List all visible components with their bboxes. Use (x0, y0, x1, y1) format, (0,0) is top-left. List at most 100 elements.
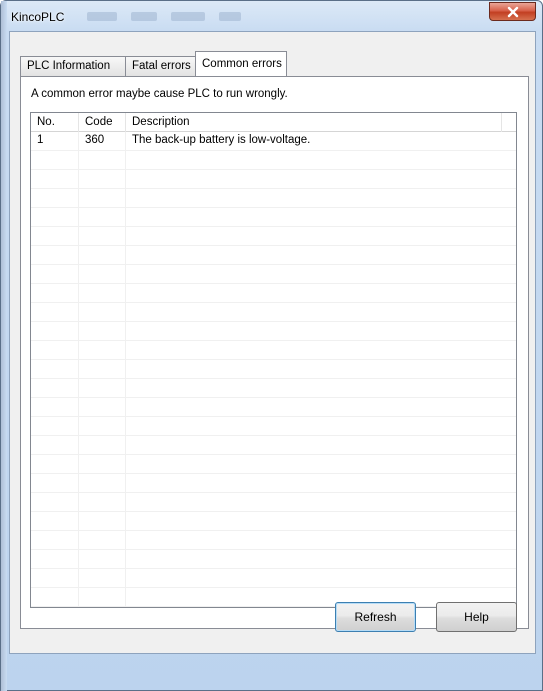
empty-table-row (31, 398, 516, 417)
empty-cell (31, 588, 79, 606)
empty-cell (31, 550, 79, 568)
empty-table-row (31, 322, 516, 341)
column-header-description[interactable]: Description (126, 113, 502, 132)
tab-common-errors[interactable]: Common errors (195, 51, 287, 76)
empty-table-row (31, 227, 516, 246)
empty-cell (126, 303, 516, 321)
table-row[interactable]: 1 360 The back-up battery is low-voltage… (31, 132, 516, 151)
empty-cell (31, 436, 79, 454)
empty-cell (126, 322, 516, 340)
empty-cell (79, 170, 126, 188)
empty-cell (126, 227, 516, 245)
empty-table-row (31, 246, 516, 265)
cell-code: 360 (79, 132, 126, 150)
empty-cell (126, 531, 516, 549)
title-bar[interactable]: KincoPLC (1, 1, 543, 31)
empty-cell (126, 398, 516, 416)
empty-cell (31, 474, 79, 492)
empty-cell (79, 531, 126, 549)
tab-label: Fatal errors (132, 60, 191, 72)
empty-table-row (31, 208, 516, 227)
empty-table-row (31, 341, 516, 360)
column-header-label: Description (132, 116, 190, 128)
column-header-label: Code (85, 116, 113, 128)
empty-cell (79, 379, 126, 397)
empty-cell (79, 322, 126, 340)
empty-cell (31, 322, 79, 340)
cell-no: 1 (31, 132, 79, 150)
empty-cell (31, 284, 79, 302)
empty-cell (79, 208, 126, 226)
empty-cell (79, 569, 126, 587)
empty-cell (79, 246, 126, 264)
empty-cell (79, 303, 126, 321)
empty-cell (31, 417, 79, 435)
empty-cell (126, 455, 516, 473)
empty-cell (79, 550, 126, 568)
empty-cell (31, 493, 79, 511)
column-header-no[interactable]: No. (31, 113, 79, 132)
errors-list[interactable]: No. Code Description 1 360 The back-up b… (30, 112, 517, 608)
empty-cell (31, 455, 79, 473)
column-header-label: No. (37, 116, 55, 128)
tab-fatal-errors[interactable]: Fatal errors (125, 56, 196, 76)
empty-cell (79, 417, 126, 435)
empty-cell (79, 284, 126, 302)
empty-cell (31, 246, 79, 264)
tab-plc-information[interactable]: PLC Information (20, 56, 126, 76)
empty-table-row (31, 284, 516, 303)
empty-cell (79, 398, 126, 416)
empty-cell (31, 151, 79, 169)
list-body: 1 360 The back-up battery is low-voltage… (31, 132, 516, 607)
empty-cell (126, 284, 516, 302)
empty-table-row (31, 455, 516, 474)
empty-table-row (31, 550, 516, 569)
background-menu-ghost (87, 9, 241, 23)
empty-cell (79, 227, 126, 245)
cell-description: The back-up battery is low-voltage. (132, 134, 311, 146)
close-icon (507, 6, 518, 17)
empty-cell (126, 569, 516, 587)
empty-cell (31, 379, 79, 397)
empty-cell (31, 227, 79, 245)
tab-label: PLC Information (27, 60, 111, 72)
help-button[interactable]: Help (436, 602, 517, 632)
empty-table-row (31, 151, 516, 170)
window-title: KincoPLC (11, 10, 65, 24)
empty-cell (79, 474, 126, 492)
empty-cell (126, 265, 516, 283)
empty-table-row (31, 379, 516, 398)
empty-cell (31, 265, 79, 283)
empty-cell (79, 493, 126, 511)
empty-cell (79, 265, 126, 283)
empty-cell (79, 436, 126, 454)
empty-cell (126, 474, 516, 492)
panel-description: A common error maybe cause PLC to run wr… (31, 88, 288, 100)
empty-cell (126, 246, 516, 264)
empty-cell (31, 208, 79, 226)
column-header-code[interactable]: Code (79, 113, 126, 132)
empty-table-row (31, 265, 516, 284)
empty-cell (126, 493, 516, 511)
empty-table-row (31, 303, 516, 322)
empty-table-row (31, 436, 516, 455)
list-header: No. Code Description (31, 113, 516, 132)
empty-table-row (31, 360, 516, 379)
empty-cell (31, 398, 79, 416)
empty-cell (79, 341, 126, 359)
empty-table-row (31, 474, 516, 493)
empty-cell (79, 189, 126, 207)
empty-cell (31, 341, 79, 359)
empty-cell (31, 512, 79, 530)
empty-cell (126, 436, 516, 454)
empty-cell (79, 360, 126, 378)
empty-cell (31, 569, 79, 587)
empty-cell (126, 360, 516, 378)
empty-cell (31, 189, 79, 207)
close-button[interactable] (489, 2, 536, 21)
empty-cell (31, 360, 79, 378)
tab-label: Common errors (202, 58, 282, 70)
empty-table-row (31, 170, 516, 189)
refresh-button[interactable]: Refresh (335, 602, 416, 632)
empty-table-row (31, 531, 516, 550)
